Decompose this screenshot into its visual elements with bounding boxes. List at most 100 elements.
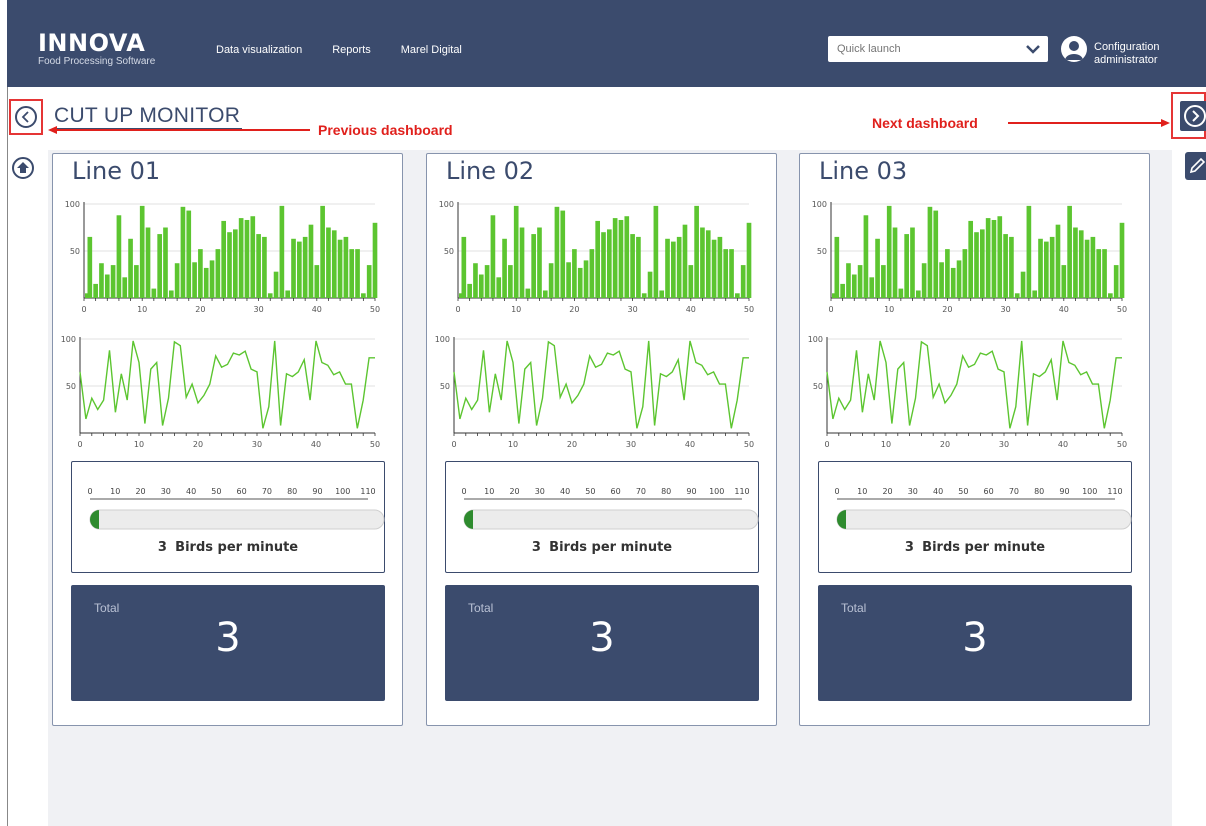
nav-reports[interactable]: Reports — [332, 44, 371, 56]
x-tick-label: 0 — [77, 440, 82, 449]
gauge-tick-label: 10 — [857, 487, 867, 496]
bar — [525, 288, 531, 298]
x-tick-label: 40 — [686, 305, 696, 314]
total-value: 3 — [962, 615, 988, 661]
gauge-tick-label: 0 — [87, 487, 92, 496]
x-tick-label: 30 — [999, 440, 1009, 449]
gauge-track — [463, 509, 759, 530]
total-value: 3 — [589, 615, 615, 661]
x-tick-label: 30 — [628, 305, 638, 314]
total-label: Total — [94, 601, 120, 615]
bar — [291, 238, 296, 298]
bar — [256, 234, 261, 298]
x-tick-label: 40 — [1059, 305, 1069, 314]
bar — [139, 205, 145, 298]
total-card: Total 3 — [445, 585, 759, 701]
user-avatar-icon[interactable] — [1061, 36, 1087, 62]
x-tick-label: 30 — [252, 440, 262, 449]
gauge-tick-label: 90 — [686, 487, 696, 496]
bar — [1032, 290, 1038, 298]
home-up-icon[interactable] — [12, 157, 34, 179]
gauge-tick-label: 80 — [287, 487, 297, 496]
bar — [297, 241, 302, 298]
gauge-tick-label: 0 — [834, 487, 839, 496]
pencil-icon[interactable] — [1185, 152, 1206, 180]
bar — [238, 218, 244, 298]
user-menu[interactable]: Configuration administrator — [1094, 41, 1159, 67]
left-edge-line — [7, 87, 8, 826]
gauge-readout: 3 Birds per minute — [446, 540, 758, 555]
innova-logo[interactable]: INNOVA Food Processing Software — [38, 30, 155, 68]
bar — [881, 265, 886, 298]
bar — [711, 239, 717, 298]
bar — [1119, 222, 1125, 298]
bar — [337, 239, 343, 298]
next-dashboard-button[interactable] — [1171, 92, 1206, 139]
user-role: Configuration — [1094, 41, 1160, 53]
x-tick-label: 0 — [824, 440, 829, 449]
bar — [203, 267, 209, 298]
gauge-tick-label: 50 — [211, 487, 221, 496]
line-chart: 50 100 0 10 20 30 40 50 — [808, 335, 1127, 449]
x-tick-label: 50 — [370, 440, 380, 449]
bar — [513, 205, 519, 298]
brand-title: INNOVA — [38, 29, 146, 57]
bar — [467, 283, 472, 298]
arrowhead-left-icon — [48, 126, 57, 134]
bar — [157, 234, 162, 298]
bar — [478, 274, 484, 298]
previous-dashboard-button[interactable] — [9, 99, 43, 135]
bar — [279, 205, 285, 298]
bar — [554, 206, 560, 298]
gauge-tick-label: 10 — [484, 487, 494, 496]
bar — [484, 265, 490, 298]
chevron-right-circle-icon — [1180, 101, 1206, 131]
y-tick-label: 50 — [813, 382, 823, 391]
bar — [723, 249, 729, 298]
bar — [1073, 227, 1078, 298]
bar — [87, 236, 93, 298]
bar — [180, 206, 186, 298]
line-series — [453, 340, 749, 429]
gauge-tick-label: 40 — [933, 487, 943, 496]
x-tick-label: 20 — [567, 440, 577, 449]
quick-launch-input[interactable] — [828, 36, 1018, 62]
bar — [99, 263, 104, 298]
gauge-fill — [90, 510, 100, 529]
nav-marel-digital[interactable]: Marel Digital — [401, 44, 462, 56]
bar — [174, 263, 180, 298]
bar — [572, 249, 577, 298]
bar — [950, 267, 956, 298]
bar — [1009, 236, 1014, 298]
quick-launch[interactable] — [828, 36, 1048, 62]
y-tick-label: 100 — [65, 200, 80, 209]
line-series — [826, 340, 1122, 429]
gauge-tick-label: 30 — [535, 487, 545, 496]
gauge-tick-label: 110 — [360, 487, 375, 496]
panel-title: Line 02 — [446, 157, 535, 185]
y-tick-label: 50 — [444, 247, 454, 256]
bar — [1038, 238, 1043, 298]
bar — [168, 290, 174, 298]
gauge-tick-label: 60 — [237, 487, 247, 496]
line-chart: 50 100 0 10 20 30 40 50 — [61, 335, 380, 449]
bar — [968, 220, 974, 298]
bar — [1102, 249, 1107, 298]
bar — [1108, 293, 1113, 298]
bar — [735, 293, 740, 298]
nav-data-visualization[interactable]: Data visualization — [216, 44, 302, 56]
bar — [740, 265, 746, 298]
bar — [314, 265, 320, 298]
bar — [904, 234, 909, 298]
prev-annotation-arrow — [54, 129, 310, 131]
chevron-down-icon[interactable] — [1024, 40, 1042, 58]
gauge-tick-label: 70 — [1009, 487, 1019, 496]
gauge-tick-label: 50 — [585, 487, 595, 496]
gauge-tick-label: 90 — [1059, 487, 1069, 496]
gauge-value: 3 — [904, 540, 914, 555]
rate-gauge: 0 10 20 30 40 50 60 70 80 90 100 110 3 Birds per min… — [445, 461, 759, 573]
bar — [997, 216, 1003, 298]
gauge-tick-label: 70 — [262, 487, 272, 496]
bar — [1026, 205, 1032, 298]
bar — [892, 227, 898, 298]
